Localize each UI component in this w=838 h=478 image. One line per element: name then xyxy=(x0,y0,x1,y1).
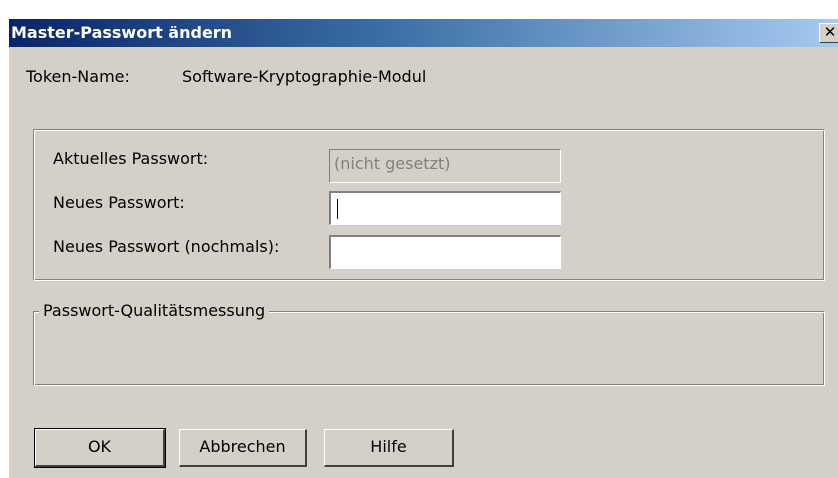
current-password-label: Aktuelles Passwort: xyxy=(53,149,209,168)
ok-button[interactable]: OK xyxy=(34,428,166,468)
token-name-label: Token-Name: xyxy=(26,67,130,86)
quality-legend: Passwort-Qualitätsmessung xyxy=(39,301,270,321)
quality-groupbox xyxy=(33,311,825,386)
new-password-label: Neues Passwort: xyxy=(53,193,185,212)
help-button[interactable]: Hilfe xyxy=(324,429,454,467)
confirm-password-label: Neues Passwort (nochmals): xyxy=(53,237,280,256)
master-password-dialog: Master-Passwort ändern ✕ Token-Name: Sof… xyxy=(8,18,838,478)
close-icon[interactable]: ✕ xyxy=(819,23,838,43)
current-password-field: (nicht gesetzt) xyxy=(329,149,561,183)
confirm-password-field[interactable] xyxy=(329,235,561,269)
window-title: Master-Passwort ändern xyxy=(11,23,233,42)
current-password-value: (nicht gesetzt) xyxy=(334,154,451,173)
cancel-button[interactable]: Abbrechen xyxy=(179,429,307,467)
new-password-field[interactable] xyxy=(329,191,561,225)
text-caret xyxy=(337,199,338,219)
token-name-value: Software-Kryptographie-Modul xyxy=(182,67,427,86)
title-bar[interactable]: Master-Passwort ändern ✕ xyxy=(9,19,838,47)
